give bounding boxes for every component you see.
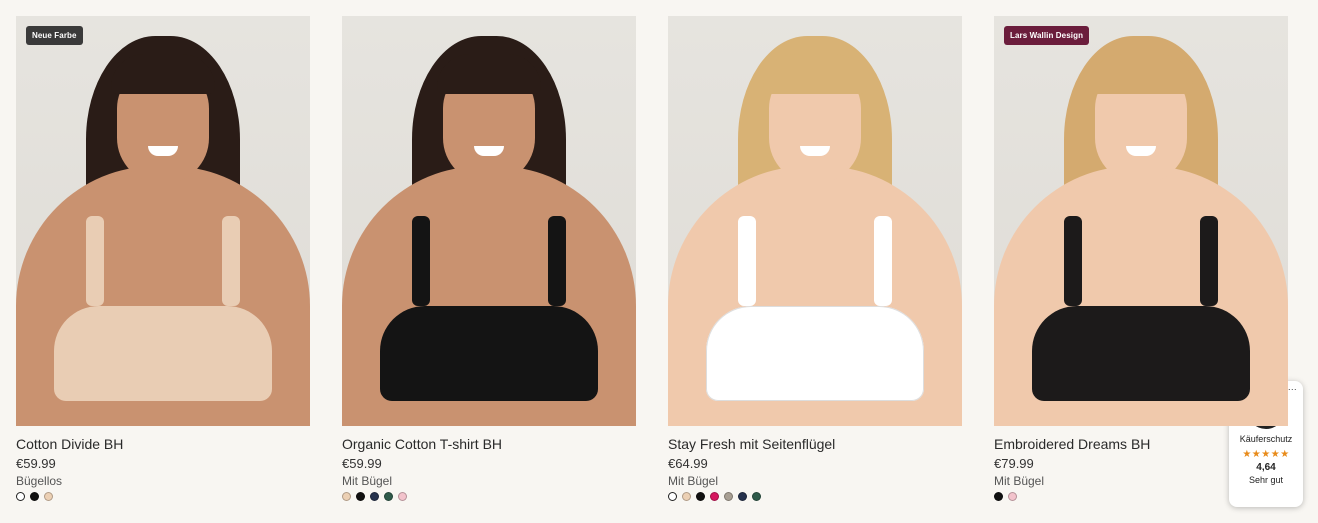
color-swatch[interactable] bbox=[752, 492, 761, 501]
color-swatch[interactable] bbox=[384, 492, 393, 501]
product-badge: Neue Farbe bbox=[26, 26, 83, 45]
product-name[interactable]: Cotton Divide BH bbox=[16, 435, 310, 453]
color-swatches bbox=[668, 492, 962, 501]
bra-strap-left bbox=[412, 216, 430, 306]
rating-stars-icon: ★★★★★ bbox=[1242, 449, 1290, 460]
color-swatch[interactable] bbox=[356, 492, 365, 501]
color-swatch[interactable] bbox=[710, 492, 719, 501]
product-type: Bügellos bbox=[16, 474, 63, 488]
model-bangs bbox=[1089, 54, 1193, 94]
product-type: Mit Bügel bbox=[342, 474, 393, 488]
product-price: €59.99 bbox=[16, 456, 56, 471]
color-swatch[interactable] bbox=[738, 492, 747, 501]
bra-strap-left bbox=[1064, 216, 1082, 306]
product-card[interactable]: Organic Cotton T-shirt BH €59.99 Mit Büg… bbox=[342, 16, 636, 501]
color-swatch[interactable] bbox=[370, 492, 379, 501]
color-swatch[interactable] bbox=[44, 492, 53, 501]
product-image[interactable]: Neue Farbe bbox=[16, 16, 310, 426]
model-bangs bbox=[111, 54, 215, 94]
product-card[interactable]: Stay Fresh mit Seitenflügel €64.99 Mit B… bbox=[668, 16, 962, 501]
color-swatch[interactable] bbox=[696, 492, 705, 501]
bra-strap-right bbox=[222, 216, 240, 306]
product-badge: Lars Wallin Design bbox=[1004, 26, 1090, 45]
product-price: €64.99 bbox=[668, 456, 708, 471]
bra bbox=[380, 306, 598, 401]
model-bangs bbox=[763, 54, 867, 94]
color-swatch[interactable] bbox=[724, 492, 733, 501]
color-swatch[interactable] bbox=[30, 492, 39, 501]
color-swatch[interactable] bbox=[1008, 492, 1017, 501]
trust-label: Käuferschutz bbox=[1239, 434, 1293, 444]
bra-strap-right bbox=[1200, 216, 1218, 306]
model-bangs bbox=[437, 54, 541, 94]
product-price: €59.99 bbox=[342, 456, 382, 471]
color-swatch[interactable] bbox=[994, 492, 1003, 501]
color-swatch[interactable] bbox=[398, 492, 407, 501]
product-image[interactable] bbox=[342, 16, 636, 426]
bra-strap-left bbox=[86, 216, 104, 306]
bra-strap-right bbox=[874, 216, 892, 306]
product-image[interactable] bbox=[668, 16, 962, 426]
color-swatch[interactable] bbox=[668, 492, 677, 501]
color-swatch[interactable] bbox=[16, 492, 25, 501]
bra-strap-left bbox=[738, 216, 756, 306]
product-type: Mit Bügel bbox=[668, 474, 719, 488]
more-options-icon[interactable]: ... bbox=[1288, 382, 1297, 392]
color-swatch[interactable] bbox=[342, 492, 351, 501]
product-name[interactable]: Stay Fresh mit Seitenflügel bbox=[668, 435, 962, 453]
bra bbox=[706, 306, 924, 401]
rating-score: 4,64 bbox=[1256, 462, 1276, 473]
color-swatches bbox=[342, 492, 636, 501]
product-card[interactable]: Neue Farbe Cotton Divide BH €59.99 Bügel… bbox=[16, 16, 310, 501]
product-image[interactable]: Lars Wallin Design bbox=[994, 16, 1288, 426]
bra-strap-right bbox=[548, 216, 566, 306]
color-swatch[interactable] bbox=[682, 492, 691, 501]
bra bbox=[1032, 306, 1250, 401]
rating-verdict: Sehr gut bbox=[1248, 475, 1284, 485]
bra bbox=[54, 306, 272, 401]
product-grid: Neue Farbe Cotton Divide BH €59.99 Bügel… bbox=[16, 16, 1288, 501]
product-name[interactable]: Organic Cotton T-shirt BH bbox=[342, 435, 636, 453]
color-swatches bbox=[16, 492, 310, 501]
